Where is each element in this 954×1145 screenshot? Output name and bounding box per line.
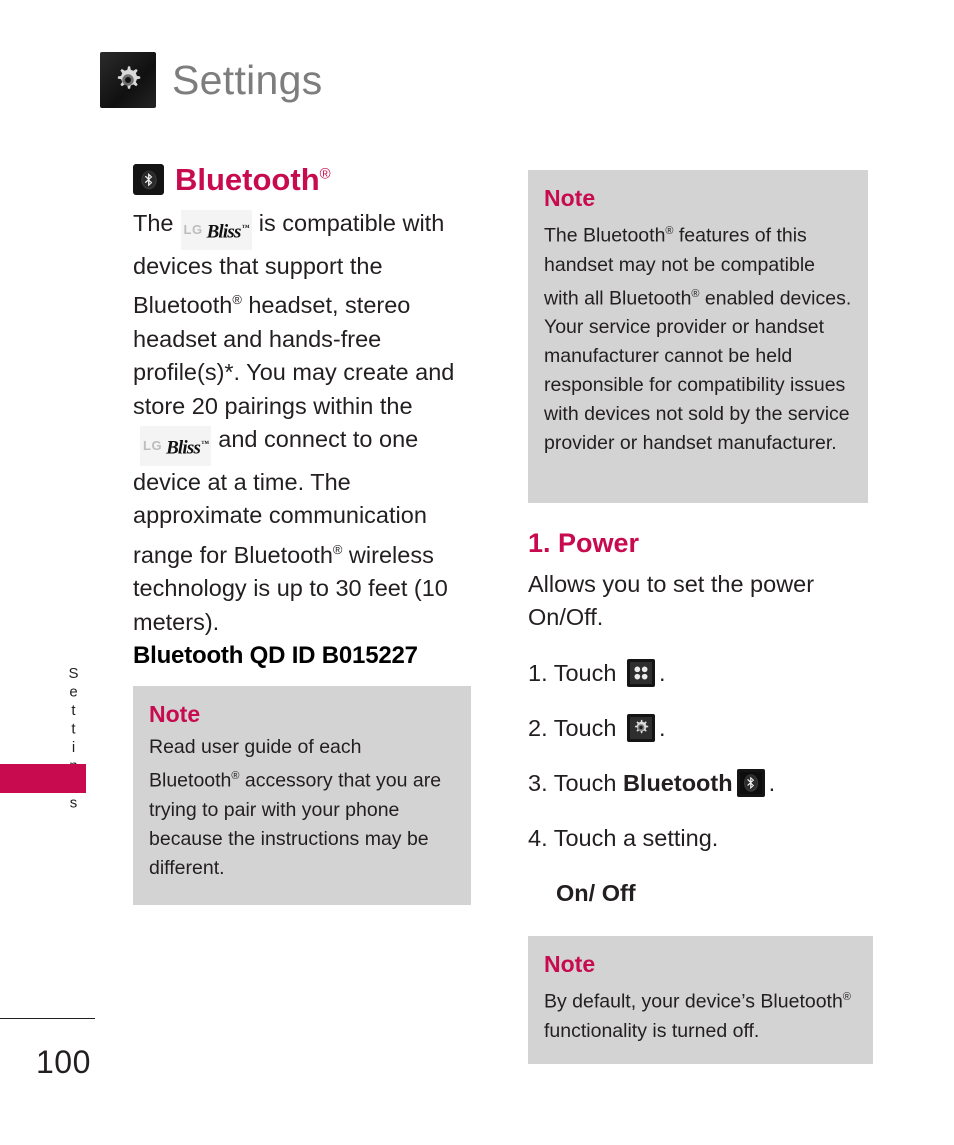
bluetooth-section-heading: Bluetooth® [133,164,473,195]
note-body: By default, your device’s Bluetooth® fun… [544,990,851,1042]
steps-list: 1. Touch . 2. Touch . 3. Touch Bluetooth… [528,657,873,910]
power-section: 1. Power Allows you to set the power On/… [528,528,873,910]
step-label: 4. Touch a setting. [528,824,719,851]
power-section-description: Allows you to set the power On/Off. [528,570,815,631]
note-body: Read user guide of each Bluetooth® acces… [149,736,442,879]
sidebar-section-marker [0,764,86,793]
note-box-compatibility: Note The Bluetooth® features of this han… [528,170,868,503]
note-title: Note [149,701,201,727]
step-suffix: . [658,659,666,686]
step-label: 1. Touch [528,659,623,686]
bluetooth-qd-id: Bluetooth QD ID B015227 [133,642,418,669]
note-box-default-state: Note By default, your device’s Bluetooth… [528,935,873,1064]
gear-icon [100,52,156,108]
step-label: 2. Touch [528,714,623,741]
footer-divider [0,1018,95,1019]
bluetooth-description: TheLGBlissis compatible with devices tha… [133,207,473,639]
lg-bliss-logo: LG Bliss [140,425,212,466]
page-header: Settings [100,52,323,108]
step-suffix: . [768,769,776,796]
left-column: Bluetooth® TheLGBlissis compatible with … [133,164,473,905]
step-label: 3. Touch [528,769,623,796]
bluetooth-heading-text: Bluetooth® [175,162,331,197]
note-body: The Bluetooth® features of this handset … [544,224,852,455]
page-number: 100 [36,1044,91,1080]
note-box-left: Note Read user guide of each Bluetooth® … [133,686,471,905]
note-title: Note [544,950,596,977]
gear-icon [626,714,655,743]
power-section-heading: 1. Power [528,528,640,558]
step-target-bluetooth: Bluetooth [622,769,733,796]
right-column: Note The Bluetooth® features of this han… [528,170,873,1064]
lg-bliss-logo: LG Bliss [180,209,252,250]
bluetooth-icon [133,164,164,195]
step-3: 3. Touch Bluetooth . [528,767,873,800]
bluetooth-icon [736,769,765,798]
step-2: 2. Touch . [528,712,873,745]
page-title: Settings [172,56,323,103]
step-suffix: . [658,714,666,741]
note-title: Note [544,185,596,211]
step-1: 1. Touch . [528,657,873,690]
step-option-on-off: On/ Off [556,879,636,906]
step-4: 4. Touch a setting. [528,822,873,855]
grid-menu-icon [626,659,655,688]
